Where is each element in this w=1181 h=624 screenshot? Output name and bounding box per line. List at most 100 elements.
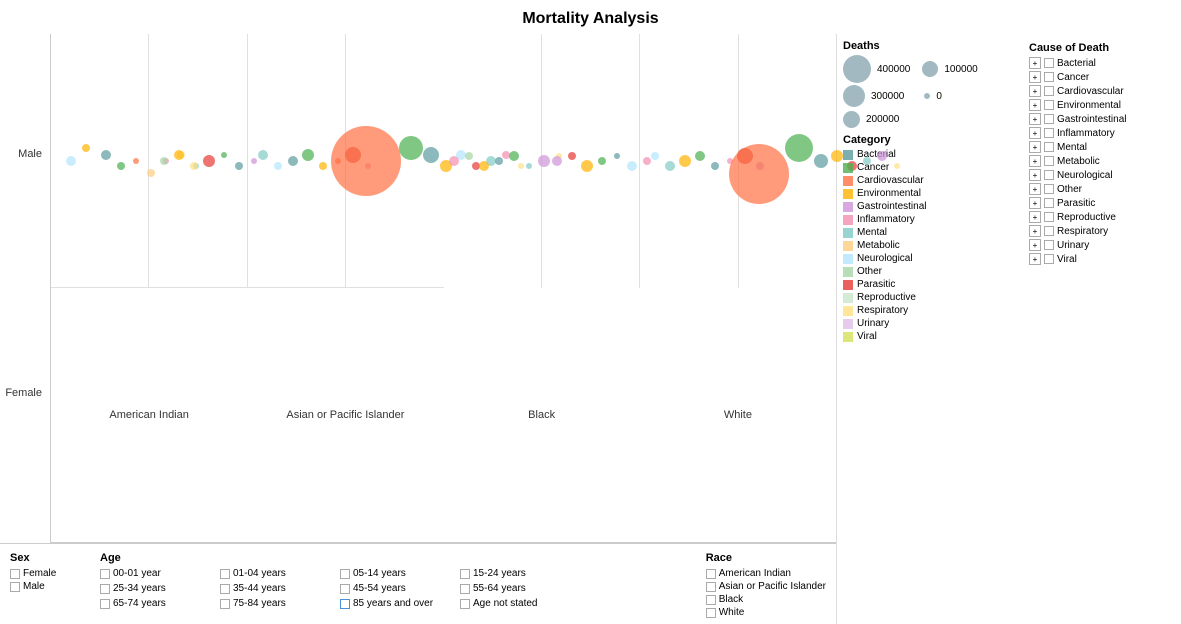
cod-item-bacterial[interactable]: + Bacterial: [1029, 57, 1173, 69]
cod-item-parasitic[interactable]: + Parasitic: [1029, 197, 1173, 209]
filter-age-3544[interactable]: 35-44 years: [220, 583, 340, 594]
filter-sex-male-label: Male: [23, 581, 45, 592]
cod-item-neurological[interactable]: + Neurological: [1029, 169, 1173, 181]
cod-checkbox[interactable]: [1044, 212, 1054, 222]
filter-sex-female-checkbox[interactable]: [10, 569, 20, 579]
filter-age-6574-cb[interactable]: [100, 599, 110, 609]
bubble: [665, 161, 675, 171]
cod-item-cardiovascular[interactable]: + Cardiovascular: [1029, 85, 1173, 97]
cod-expand-icon[interactable]: +: [1029, 71, 1041, 83]
cod-expand-icon[interactable]: +: [1029, 85, 1041, 97]
cod-item-metabolic[interactable]: + Metabolic: [1029, 155, 1173, 167]
filter-age-3544-cb[interactable]: [220, 584, 230, 594]
cod-expand-icon[interactable]: +: [1029, 239, 1041, 251]
cod-item-environmental[interactable]: + Environmental: [1029, 99, 1173, 111]
cod-label: Respiratory: [1057, 226, 1108, 237]
filter-age-0104-cb[interactable]: [220, 569, 230, 579]
cod-item-viral[interactable]: + Viral: [1029, 253, 1173, 265]
cod-checkbox[interactable]: [1044, 86, 1054, 96]
cod-checkbox[interactable]: [1044, 156, 1054, 166]
filter-sex-female[interactable]: Female: [10, 568, 80, 579]
filter-age-title: Age: [100, 552, 580, 564]
cod-checkbox[interactable]: [1044, 58, 1054, 68]
cod-expand-icon[interactable]: +: [1029, 141, 1041, 153]
cod-item-reproductive[interactable]: + Reproductive: [1029, 211, 1173, 223]
filter-age-2534[interactable]: 25-34 years: [100, 583, 220, 594]
cod-checkbox[interactable]: [1044, 100, 1054, 110]
plot-col-female-american-indian: [444, 34, 542, 288]
filter-age-0001-cb[interactable]: [100, 569, 110, 579]
plot-col-male-american-indian: [51, 34, 149, 287]
cod-expand-icon[interactable]: +: [1029, 253, 1041, 265]
filter-race-black-cb[interactable]: [706, 595, 716, 605]
bubble: [82, 144, 90, 152]
filter-age-5564[interactable]: 55-64 years: [460, 583, 580, 594]
cod-expand-icon[interactable]: +: [1029, 155, 1041, 167]
cod-item-mental[interactable]: + Mental: [1029, 141, 1173, 153]
filter-age-6574[interactable]: 65-74 years: [100, 598, 220, 609]
plot-col-male-asian: [149, 34, 247, 287]
legend-cat-cardiovascular: Cardiovascular: [843, 175, 1015, 186]
cod-checkbox[interactable]: [1044, 226, 1054, 236]
cod-item-gastrointestinal[interactable]: + Gastrointestinal: [1029, 113, 1173, 125]
cod-checkbox[interactable]: [1044, 240, 1054, 250]
cod-expand-icon[interactable]: +: [1029, 225, 1041, 237]
cod-checkbox[interactable]: [1044, 184, 1054, 194]
filter-age-not-stated-cb[interactable]: [460, 599, 470, 609]
cod-item-other[interactable]: + Other: [1029, 183, 1173, 195]
legend-swatch: [843, 293, 853, 303]
filter-age-1524-cb[interactable]: [460, 569, 470, 579]
filter-sex-male[interactable]: Male: [10, 581, 80, 592]
filter-age-4554-cb[interactable]: [340, 584, 350, 594]
cod-checkbox[interactable]: [1044, 114, 1054, 124]
legend-cat-reproductive: Reproductive: [843, 292, 1015, 303]
filter-age-7584-cb[interactable]: [220, 599, 230, 609]
filter-age-4554[interactable]: 45-54 years: [340, 583, 460, 594]
bubble: [258, 150, 268, 160]
bubble: [423, 147, 439, 163]
cod-item-urinary[interactable]: + Urinary: [1029, 239, 1173, 251]
filter-age-5564-cb[interactable]: [460, 584, 470, 594]
cod-expand-icon[interactable]: +: [1029, 169, 1041, 181]
filter-age-1524[interactable]: 15-24 years: [460, 568, 580, 579]
cod-checkbox[interactable]: [1044, 254, 1054, 264]
cod-title: Cause of Death: [1029, 42, 1173, 54]
bubble: [877, 151, 887, 161]
cod-checkbox[interactable]: [1044, 142, 1054, 152]
filter-race-ai-cb[interactable]: [706, 569, 716, 579]
cod-item-cancer[interactable]: + Cancer: [1029, 71, 1173, 83]
filter-age-0514-cb[interactable]: [340, 569, 350, 579]
cod-label: Inflammatory: [1057, 128, 1115, 139]
cod-expand-icon[interactable]: +: [1029, 99, 1041, 111]
filter-age-0514[interactable]: 05-14 years: [340, 568, 460, 579]
filter-age-7584[interactable]: 75-84 years: [220, 598, 340, 609]
filter-age-not-stated[interactable]: Age not stated: [460, 598, 580, 609]
legend-cat-label: Other: [857, 266, 882, 277]
filter-race-white[interactable]: White: [706, 607, 826, 618]
cod-expand-icon[interactable]: +: [1029, 211, 1041, 223]
legend-cat-neurological: Neurological: [843, 253, 1015, 264]
filter-age-2534-cb[interactable]: [100, 584, 110, 594]
cod-expand-icon[interactable]: +: [1029, 197, 1041, 209]
filter-race-black[interactable]: Black: [706, 594, 826, 605]
cod-expand-icon[interactable]: +: [1029, 57, 1041, 69]
cod-expand-icon[interactable]: +: [1029, 113, 1041, 125]
filter-age-0001[interactable]: 00-01 year: [100, 568, 220, 579]
filter-race-asian-cb[interactable]: [706, 582, 716, 592]
cod-expand-icon[interactable]: +: [1029, 127, 1041, 139]
cod-checkbox[interactable]: [1044, 198, 1054, 208]
legend-swatch: [843, 241, 853, 251]
filter-age-85plus-cb[interactable]: [340, 599, 350, 609]
filter-race-asian[interactable]: Asian or Pacific Islander: [706, 581, 826, 592]
filter-age-0104[interactable]: 01-04 years: [220, 568, 340, 579]
filter-sex-male-checkbox[interactable]: [10, 582, 20, 592]
filter-race-ai[interactable]: American Indian: [706, 568, 826, 579]
filter-race-white-cb[interactable]: [706, 608, 716, 618]
cod-expand-icon[interactable]: +: [1029, 183, 1041, 195]
cod-item-respiratory[interactable]: + Respiratory: [1029, 225, 1173, 237]
cod-checkbox[interactable]: [1044, 170, 1054, 180]
cod-checkbox[interactable]: [1044, 128, 1054, 138]
cod-item-inflammatory[interactable]: + Inflammatory: [1029, 127, 1173, 139]
cod-checkbox[interactable]: [1044, 72, 1054, 82]
filter-age-85plus[interactable]: 85 years and over: [340, 598, 460, 609]
